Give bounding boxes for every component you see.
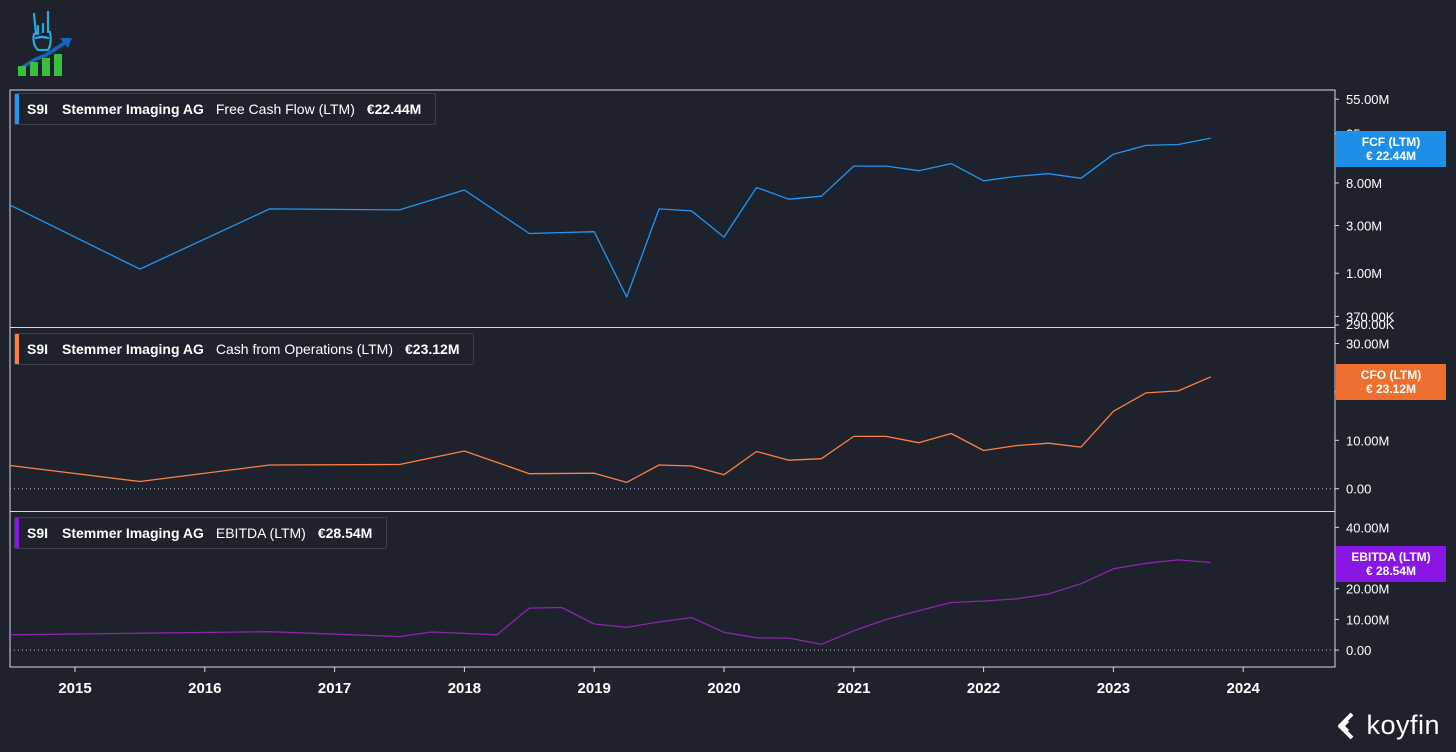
ebitda-y-tick-label: 40.00M (1346, 520, 1389, 535)
fcf-badge-value: € 22.44M (1365, 149, 1417, 163)
ebitda-ticker: S9I (27, 525, 49, 541)
x-tick-label: 2017 (318, 680, 351, 697)
x-tick-label: 2023 (1097, 680, 1130, 697)
koyfin-brand: koyfin (1334, 710, 1440, 741)
cfo-metric: Cash from Operations (LTM) (215, 341, 393, 357)
x-tick-label: 2016 (188, 680, 221, 697)
x-tick-label: 2018 (448, 680, 481, 697)
fcf-y-tick-label: 8.00M (1346, 176, 1382, 191)
ebitda-color-bar (15, 518, 19, 548)
cfo-price-badge: CFO (LTM) € 23.12M (1336, 364, 1446, 400)
brand-name: koyfin (1366, 710, 1440, 740)
x-tick-label: 2019 (578, 680, 611, 697)
fcf-value: €22.44M (366, 101, 422, 117)
cfo-value: €23.12M (405, 341, 460, 357)
cfo-badge-value: € 23.12M (1365, 382, 1417, 396)
cfo-color-bar (15, 334, 19, 364)
ebitda-y-tick-label: 20.00M (1346, 582, 1389, 597)
cfo-y-tick-label: 10.00M (1346, 433, 1389, 448)
ebitda-series-line (10, 559, 1211, 645)
x-tick-label: 2022 (967, 680, 1000, 697)
x-tick-label: 2015 (58, 680, 91, 697)
fcf-y-tick-label: 1.00M (1346, 266, 1382, 281)
x-tick-label: 2020 (707, 680, 740, 697)
ebitda-company: Stemmer Imaging AG (62, 525, 204, 541)
ebitda-value: €28.54M (317, 525, 373, 541)
fcf-color-bar (15, 94, 19, 124)
ebitda-badge-title: EBITDA (LTM) (1351, 550, 1431, 564)
fcf-y-tick-label: 55.00M (1346, 92, 1389, 107)
x-tick-label: 2021 (837, 680, 870, 697)
fcf-company: Stemmer Imaging AG (62, 101, 204, 117)
cfo-badge-title: CFO (LTM) (1360, 368, 1422, 382)
fcf-series-line (10, 137, 1211, 298)
cfo-legend[interactable]: S9I Stemmer Imaging AG Cash from Operati… (14, 333, 475, 365)
cfo-ticker: S9I (27, 341, 49, 357)
cfo-y-tick-label: 0.00 (1346, 482, 1371, 497)
ebitda-price-badge: EBITDA (LTM) € 28.54M (1336, 546, 1446, 582)
chart-frame (9, 89, 1336, 668)
x-tick-label: 2024 (1227, 680, 1261, 697)
cfo-company: Stemmer Imaging AG (62, 341, 204, 357)
fcf-metric: Free Cash Flow (LTM) (215, 101, 355, 117)
ebitda-metric: EBITDA (LTM) (215, 525, 306, 541)
koyfin-logo-icon (1338, 712, 1354, 739)
fcf-y-tick-label: 290.00K (1346, 317, 1395, 332)
fcf-legend[interactable]: S9I Stemmer Imaging AG Free Cash Flow (L… (14, 93, 437, 125)
fcf-ticker: S9I (27, 101, 49, 117)
ebitda-legend[interactable]: S9I Stemmer Imaging AG EBITDA (LTM) €28.… (14, 517, 388, 549)
cfo-y-tick-label: 30.00M (1346, 336, 1389, 351)
fcf-y-tick-label: 3.00M (1346, 219, 1382, 234)
ebitda-y-tick-label: 0.00 (1346, 643, 1371, 658)
ebitda-y-tick-label: 10.00M (1346, 612, 1389, 627)
cfo-series-line (10, 376, 1212, 484)
ebitda-badge-value: € 28.54M (1365, 564, 1417, 578)
fcf-price-badge: FCF (LTM) € 22.44M (1336, 131, 1446, 167)
fcf-badge-title: FCF (LTM) (1361, 135, 1421, 149)
